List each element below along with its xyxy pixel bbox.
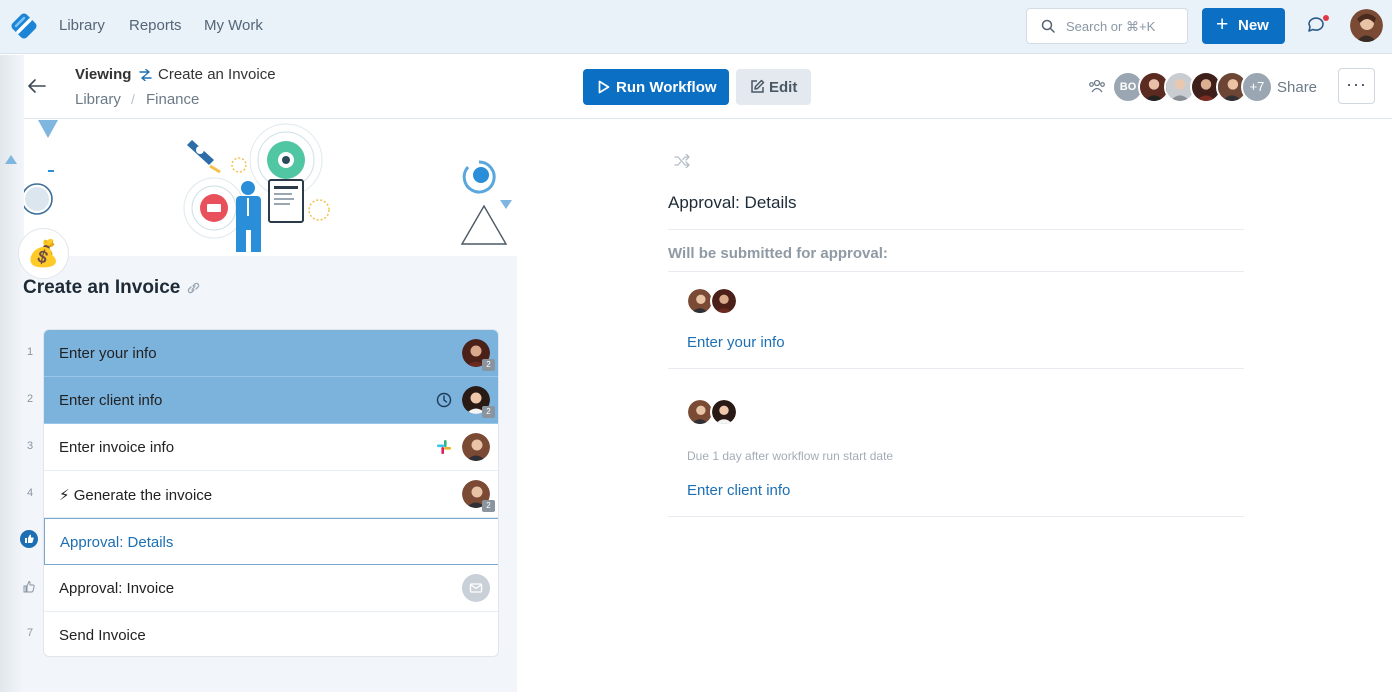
more-options-button[interactable]: ···	[1338, 68, 1375, 104]
approval-thumbs-up-icon	[23, 580, 35, 593]
assignee-avatar	[710, 287, 738, 315]
clock-icon	[436, 392, 452, 408]
detail-title: Approval: Details	[668, 193, 797, 212]
link-icon[interactable]	[186, 282, 201, 294]
approval-item-enter-client-info-link[interactable]: Enter client info	[687, 482, 790, 499]
edit-button[interactable]: Edit	[736, 69, 811, 105]
step-number: 4	[26, 487, 34, 499]
step-send-invoice[interactable]: Send Invoice	[44, 612, 498, 656]
workflow-header: Viewing Create an Invoice Library / Fina…	[0, 55, 1392, 119]
run-workflow-label: Run Workflow	[616, 79, 717, 96]
viewing-label: Viewing	[75, 66, 132, 83]
step-enter-client-info[interactable]: Enter client info 2	[44, 377, 498, 424]
step-label: ⚡ Generate the invoice	[59, 487, 213, 504]
assignee-avatar	[710, 398, 738, 426]
slack-icon	[437, 440, 451, 454]
step-label: Enter invoice info	[59, 439, 175, 456]
step-number: 1	[26, 346, 34, 358]
search-placeholder: Search or ⌘+K	[1066, 19, 1156, 34]
new-button[interactable]: + New	[1202, 8, 1285, 44]
search-icon	[1041, 19, 1055, 33]
breadcrumb-separator: /	[131, 91, 135, 107]
notification-dot	[1322, 14, 1330, 22]
run-workflow-button[interactable]: Run Workflow	[583, 69, 729, 105]
money-bag-icon: 💰	[18, 228, 69, 279]
divider	[668, 516, 1244, 517]
assignee-count-badge: 2	[482, 406, 495, 418]
top-navigation-bar: Library Reports My Work Search or ⌘+K + …	[0, 0, 1392, 54]
step-approval-invoice[interactable]: Approval: Invoice	[44, 565, 498, 612]
email-icon	[462, 574, 490, 602]
new-button-label: New	[1238, 17, 1269, 34]
divider	[668, 368, 1244, 369]
step-number: 3	[26, 440, 34, 452]
edit-label: Edit	[769, 79, 798, 96]
edit-icon	[751, 79, 765, 93]
assignee-count-badge: 2	[482, 359, 495, 371]
app-logo-icon[interactable]	[8, 10, 40, 42]
divider	[668, 271, 1244, 272]
assignees-group-icon[interactable]	[1088, 79, 1106, 93]
step-enter-invoice-info[interactable]: Enter invoice info	[44, 424, 498, 471]
ellipsis-icon: ···	[1346, 74, 1367, 94]
left-edge-shadow	[0, 55, 24, 692]
divider	[668, 229, 1244, 230]
search-input[interactable]: Search or ⌘+K	[1026, 8, 1188, 44]
submitted-for-approval-label: Will be submitted for approval:	[668, 245, 888, 262]
workflow-cover-illustration	[21, 120, 517, 256]
triangle-decoration	[5, 155, 17, 164]
workflow-icon	[139, 69, 152, 81]
shuffle-icon	[674, 154, 690, 168]
step-label: Approval: Details	[60, 534, 174, 551]
step-number: 2	[26, 393, 34, 405]
assignee-count-badge: 2	[482, 500, 495, 512]
nav-reports-link[interactable]: Reports	[129, 17, 182, 34]
step-label: Approval: Invoice	[59, 580, 175, 597]
step-generate-the-invoice[interactable]: ⚡ Generate the invoice 2	[44, 471, 498, 518]
cover-artwork	[21, 120, 512, 252]
workflow-title: Create an Invoice	[23, 277, 181, 298]
approval-thumbs-up-icon	[20, 530, 38, 548]
back-arrow-icon[interactable]	[28, 79, 46, 93]
plus-icon: +	[1216, 13, 1229, 36]
play-icon	[598, 80, 610, 94]
nav-my-work-link[interactable]: My Work	[204, 17, 263, 34]
due-date-text: Due 1 day after workflow run start date	[687, 449, 894, 463]
breadcrumb-library[interactable]: Library	[75, 91, 121, 108]
assignee-avatar	[462, 433, 490, 461]
breadcrumb-finance[interactable]: Finance	[146, 91, 199, 108]
step-label: Send Invoice	[59, 627, 146, 644]
more-collaborators-count[interactable]: +7	[1241, 71, 1273, 103]
workflow-name: Create an Invoice	[158, 66, 276, 83]
share-button[interactable]: Share	[1277, 79, 1317, 96]
step-label: Enter client info	[59, 392, 163, 409]
user-avatar[interactable]	[1350, 9, 1383, 42]
nav-library-link[interactable]: Library	[59, 17, 105, 34]
step-approval-details[interactable]: Approval: Details	[44, 518, 498, 565]
steps-list: Enter your info 2 Enter client info 2 En…	[43, 329, 499, 657]
step-enter-your-info[interactable]: Enter your info 2	[44, 330, 498, 377]
step-label: Enter your info	[59, 345, 157, 362]
approval-item-enter-your-info-link[interactable]: Enter your info	[687, 334, 785, 351]
step-number: 7	[26, 627, 34, 639]
